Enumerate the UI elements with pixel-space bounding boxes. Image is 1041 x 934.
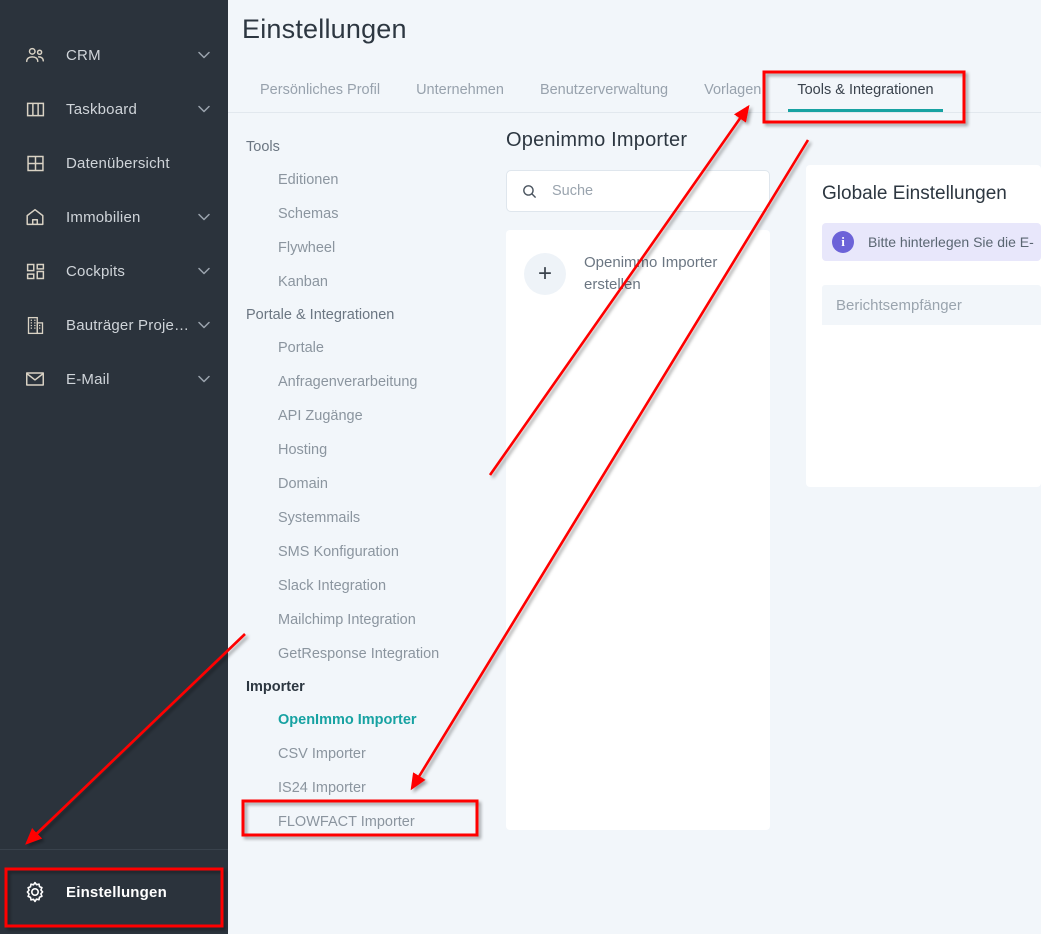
- search-box[interactable]: [506, 170, 770, 212]
- sidebar-item-label: Taskboard: [66, 100, 138, 118]
- settings-nav-item-mailchimp-integration[interactable]: Mailchimp Integration: [228, 603, 494, 637]
- home-icon: [22, 204, 48, 230]
- info-icon: i: [832, 231, 854, 253]
- page-title: Einstellungen: [242, 14, 407, 44]
- settings-page: CRM Taskboard Datenübersicht Immobilien …: [0, 0, 1041, 934]
- settings-nav-group-tools: Tools: [246, 139, 280, 155]
- chevron-down-icon[interactable]: [198, 267, 210, 275]
- sidebar-nav: CRM Taskboard Datenübersicht Immobilien …: [0, 0, 228, 849]
- sidebar-item-label: E-Mail: [66, 370, 110, 388]
- sidebar-item-taskboard[interactable]: Taskboard: [0, 82, 228, 136]
- sidebar-item-label: Bauträger Proje…: [66, 316, 190, 334]
- berichtsempfaenger-field[interactable]: Berichtsempfänger: [822, 285, 1041, 325]
- chevron-down-icon[interactable]: [198, 213, 210, 221]
- sidebar-item-einstellungen[interactable]: Einstellungen: [0, 865, 228, 919]
- search-icon: [521, 183, 538, 200]
- sidebar-item-cockpits[interactable]: Cockpits: [0, 244, 228, 298]
- sidebar-item-label: CRM: [66, 46, 101, 64]
- settings-nav-item-schemas[interactable]: Schemas: [228, 197, 494, 231]
- settings-tabs: Persönliches Profil Unternehmen Benutzer…: [228, 67, 1041, 113]
- sidebar-item-label: Einstellungen: [66, 883, 167, 901]
- global-settings-title: Globale Einstellungen: [822, 183, 1007, 204]
- sidebar-item-datenuebersicht[interactable]: Datenübersicht: [0, 136, 228, 190]
- panel-title: Openimmo Importer: [506, 129, 688, 151]
- settings-nav-group-portale-integrationen: Portale & Integrationen: [246, 307, 395, 323]
- sidebar-item-label: Immobilien: [66, 208, 141, 226]
- plus-icon: +: [524, 252, 566, 295]
- dashboard-icon: [22, 258, 48, 284]
- search-input[interactable]: [550, 171, 755, 211]
- settings-nav-item-getresponse-integration[interactable]: GetResponse Integration: [228, 637, 494, 671]
- importer-card-list: + Openimmo Importer erstellen: [506, 230, 770, 830]
- info-banner: i Bitte hinterlegen Sie die E-: [822, 223, 1041, 261]
- settings-nav-item-domain[interactable]: Domain: [228, 467, 494, 501]
- settings-nav-item-portale[interactable]: Portale: [228, 331, 494, 365]
- settings-nav-item-systemmails[interactable]: Systemmails: [228, 501, 494, 535]
- info-banner-text: Bitte hinterlegen Sie die E-: [868, 234, 1034, 250]
- envelope-icon: [22, 366, 48, 392]
- sidebar-item-email[interactable]: E-Mail: [0, 352, 228, 406]
- tab-benutzerverwaltung[interactable]: Benutzerverwaltung: [522, 82, 686, 112]
- settings-nav-item-editionen[interactable]: Editionen: [228, 163, 494, 197]
- chevron-down-icon[interactable]: [198, 375, 210, 383]
- people-icon: [22, 42, 48, 68]
- tab-vorlagen[interactable]: Vorlagen: [686, 82, 779, 112]
- columns-icon: [22, 96, 48, 122]
- chevron-down-icon[interactable]: [198, 321, 210, 329]
- sidebar-item-bautraeger-projekte[interactable]: Bauträger Proje…: [0, 298, 228, 352]
- tab-tools-integrationen[interactable]: Tools & Integrationen: [779, 82, 951, 112]
- settings-nav-group-importer: Importer: [246, 679, 305, 695]
- chevron-down-icon[interactable]: [198, 105, 210, 113]
- tab-unternehmen[interactable]: Unternehmen: [398, 82, 522, 112]
- global-settings-panel: Globale Einstellungen i Bitte hinterlege…: [806, 165, 1041, 487]
- settings-nav-item-sms-konfiguration[interactable]: SMS Konfiguration: [228, 535, 494, 569]
- gear-icon: [22, 879, 48, 905]
- tab-persoenliches-profil[interactable]: Persönliches Profil: [242, 82, 398, 112]
- main-sidebar: CRM Taskboard Datenübersicht Immobilien …: [0, 0, 228, 934]
- sidebar-item-crm[interactable]: CRM: [0, 28, 228, 82]
- settings-nav-item-is24-importer[interactable]: IS24 Importer: [228, 771, 494, 805]
- create-openimmo-importer-label: Openimmo Importer erstellen: [584, 254, 718, 293]
- settings-nav-item-slack-integration[interactable]: Slack Integration: [228, 569, 494, 603]
- sidebar-item-immobilien[interactable]: Immobilien: [0, 190, 228, 244]
- settings-nav-item-anfragenverarbeitung[interactable]: Anfragenverarbeitung: [228, 365, 494, 399]
- create-openimmo-importer-button[interactable]: + Openimmo Importer erstellen: [506, 244, 770, 314]
- main-region: Einstellungen Persönliches Profil Untern…: [228, 0, 1041, 934]
- importer-panel: Openimmo Importer + Openimmo Importer er…: [494, 113, 782, 913]
- chevron-down-icon[interactable]: [198, 51, 210, 59]
- sidebar-item-label: Datenübersicht: [66, 154, 170, 172]
- sidebar-footer: Einstellungen: [0, 850, 228, 934]
- sidebar-item-label: Cockpits: [66, 262, 126, 280]
- settings-nav-item-csv-importer[interactable]: CSV Importer: [228, 737, 494, 771]
- settings-nav-item-hosting[interactable]: Hosting: [228, 433, 494, 467]
- settings-nav-item-kanban[interactable]: Kanban: [228, 265, 494, 299]
- settings-nav-item-api-zugaenge[interactable]: API Zugänge: [228, 399, 494, 433]
- settings-content: Tools Editionen Schemas Flywheel Kanban …: [228, 113, 1041, 913]
- settings-nav-item-flywheel[interactable]: Flywheel: [228, 231, 494, 265]
- settings-nav: Tools Editionen Schemas Flywheel Kanban …: [228, 113, 494, 913]
- berichtsempfaenger-placeholder: Berichtsempfänger: [836, 296, 962, 314]
- settings-nav-item-flowfact-importer[interactable]: FLOWFACT Importer: [228, 805, 494, 839]
- settings-nav-item-openimmo-importer[interactable]: OpenImmo Importer: [228, 703, 494, 737]
- building-icon: [22, 312, 48, 338]
- grid-icon: [22, 150, 48, 176]
